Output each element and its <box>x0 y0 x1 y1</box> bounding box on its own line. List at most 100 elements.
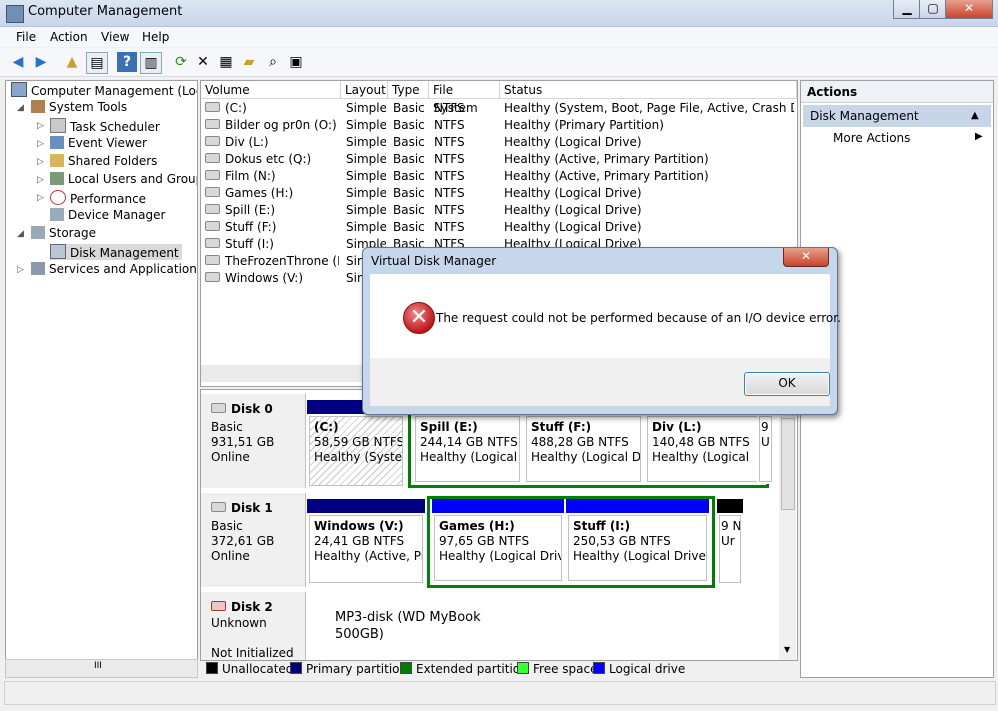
tree-item-performance[interactable]: Performance <box>50 190 146 206</box>
task-scheduler-icon <box>50 118 66 133</box>
logical-drive-bar <box>432 499 564 513</box>
disk-1-label[interactable]: Disk 1 Basic 372,61 GB Online <box>201 493 306 587</box>
close-button[interactable]: ✕ <box>945 0 993 19</box>
cell-text: Basic <box>393 186 425 200</box>
tree-item-computer-management[interactable]: Computer Management (Local <box>11 82 197 98</box>
cell-text: NTFS <box>434 118 465 132</box>
partition-stuff-i[interactable]: Stuff (I:) 250,53 GB NTFS Healthy (Logic… <box>566 499 709 583</box>
table-row[interactable]: Spill (E:) Simple Basic NTFS Healthy (Logica… <box>201 202 797 219</box>
open-icon[interactable]: ▰ <box>239 52 259 72</box>
tree-item-device-manager[interactable]: Device Manager <box>50 208 165 222</box>
partition-name: Div (L:) <box>652 420 702 434</box>
tree-item-disk-management[interactable]: Disk Management <box>50 244 182 260</box>
storage-icon <box>31 226 45 239</box>
tree-item-system-tools[interactable]: System Tools <box>31 100 127 114</box>
list-horizontal-scrollbar[interactable] <box>201 365 381 382</box>
tree-item-services[interactable]: Services and Applications <box>31 262 197 276</box>
minimize-button[interactable]: ▁ <box>893 0 921 19</box>
expand-arrow-icon[interactable]: ▷ <box>37 157 44 167</box>
disk-1-type: Basic <box>211 519 243 533</box>
menu-help[interactable]: Help <box>142 30 169 44</box>
drive-icon <box>205 153 220 163</box>
table-cell-fs: NTFS <box>434 135 498 149</box>
partition-size: 97,65 GB NTFS <box>439 534 530 548</box>
help-icon[interactable]: ? <box>117 52 137 72</box>
partition-name: Games (H:) <box>439 519 515 533</box>
table-row[interactable]: Games (H:) Simple Basic NTFS Healthy (Logica… <box>201 185 797 202</box>
cell-text: Basic <box>393 118 425 132</box>
disk-1-state: Online <box>211 549 250 563</box>
expand-arrow-icon[interactable]: ▷ <box>37 121 44 131</box>
search-icon[interactable]: ⌕ <box>263 52 283 72</box>
menu-view[interactable]: View <box>101 30 129 44</box>
column-header-file-system[interactable]: File System <box>429 81 500 115</box>
table-row[interactable]: Div (L:) Simple Basic NTFS Healthy (Logical … <box>201 134 797 151</box>
forward-icon[interactable]: ▶ <box>31 52 51 72</box>
drive-icon <box>205 119 220 129</box>
dialog-close-button[interactable]: ✕ <box>783 248 829 267</box>
graph-vertical-scrollbar[interactable]: ▼ <box>779 390 796 660</box>
tree-item-storage[interactable]: Storage <box>31 226 96 240</box>
table-row[interactable]: Stuff (F:) Simple Basic NTFS Healthy (Logica… <box>201 219 797 236</box>
cell-text: Healthy (Primary Partition) <box>504 118 664 132</box>
tree-label: Disk Management <box>70 246 179 260</box>
partition-body: (C:) 58,59 GB NTFS Healthy (System <box>309 416 403 486</box>
table-row[interactable]: (C:) Simple Basic NTFS Healthy (System, Boot… <box>201 100 797 117</box>
column-header-volume[interactable]: Volume <box>201 81 341 99</box>
expand-arrow-icon[interactable]: ▷ <box>37 175 44 185</box>
table-cell-volume: Bilder og pr0n (O:) <box>205 118 339 132</box>
cell-text: NTFS <box>434 186 465 200</box>
tree-item-event-viewer[interactable]: Event Viewer <box>50 136 147 150</box>
table-cell-status: Healthy (Active, Primary Partition) <box>504 152 794 166</box>
partition-disk1-more[interactable]: 9 N Ur <box>717 499 743 585</box>
table-row[interactable]: Bilder og pr0n (O:) Simple Basic NTFS Health… <box>201 117 797 134</box>
tree-label: Shared Folders <box>68 154 158 168</box>
properties-icon[interactable]: ▦ <box>216 52 236 72</box>
partition-windows[interactable]: Windows (V:) 24,41 GB NTFS Healthy (Acti… <box>307 499 425 585</box>
column-header-type[interactable]: Type <box>388 81 429 99</box>
toolbar: ◀ ▶ ▲ ▤ ? ▥ ⟳ ✕ ▦ ▰ ⌕ ▣ <box>0 48 998 77</box>
scroll-down-arrow-icon[interactable]: ▼ <box>784 645 790 654</box>
scroll-thumb[interactable] <box>781 418 795 510</box>
export-icon[interactable]: ▣ <box>286 52 306 72</box>
table-cell-fs: NTFS <box>434 152 498 166</box>
drive-icon <box>205 272 220 282</box>
disk-2-label[interactable]: Disk 2 Unknown Not Initialized <box>201 592 306 660</box>
tree-horizontal-scrollbar[interactable]: III <box>5 659 198 678</box>
collapse-arrow-icon[interactable]: ◢ <box>17 103 24 113</box>
cell-text: Simple <box>346 203 386 217</box>
menu-action[interactable]: Action <box>50 30 88 44</box>
disk-0-label[interactable]: Disk 0 Basic 931,51 GB Online <box>201 394 306 488</box>
back-icon[interactable]: ◀ <box>8 52 28 72</box>
column-header-layout[interactable]: Layout <box>341 81 388 99</box>
delete-icon[interactable]: ✕ <box>193 52 213 72</box>
expand-arrow-icon[interactable]: ▷ <box>17 265 24 275</box>
column-header-status[interactable]: Status <box>500 81 797 99</box>
actions-section-disk-management[interactable]: Disk Management ▲ <box>803 105 991 127</box>
table-row[interactable]: Film (N:) Simple Basic NTFS Healthy (Active,… <box>201 168 797 185</box>
cell-text: Dokus etc (Q:) <box>225 152 312 166</box>
collapse-arrow-icon[interactable]: ◢ <box>17 229 24 239</box>
cell-text: Simple <box>346 135 386 149</box>
up-folder-icon[interactable]: ▲ <box>62 52 82 72</box>
show-hide-tree-icon[interactable]: ▤ <box>86 52 108 74</box>
menu-file[interactable]: File <box>16 30 36 44</box>
refresh-icon[interactable]: ⟳ <box>171 52 191 72</box>
tree-item-task-scheduler[interactable]: Task Scheduler <box>50 118 160 134</box>
table-cell-fs: NTFS <box>434 220 498 234</box>
disk-2-description: MP3-disk (WD MyBook 500GB) <box>335 610 481 642</box>
tree-item-local-users[interactable]: Local Users and Groups <box>50 172 197 186</box>
expand-arrow-icon[interactable]: ▷ <box>37 139 44 149</box>
collapse-up-icon[interactable]: ▲ <box>971 105 979 127</box>
expand-arrow-icon[interactable]: ▷ <box>37 193 44 203</box>
ok-button[interactable]: OK <box>744 372 830 396</box>
maximize-button[interactable]: ▢ <box>919 0 947 19</box>
cell-text: Simple <box>346 220 386 234</box>
tree-item-shared-folders[interactable]: Shared Folders <box>50 154 157 168</box>
more-actions-item[interactable]: More Actions ▶ <box>833 131 983 145</box>
partition-status: Healthy (Active, Prir <box>314 549 423 563</box>
drive-icon <box>205 238 220 248</box>
table-row[interactable]: Dokus etc (Q:) Simple Basic NTFS Healthy (Ac… <box>201 151 797 168</box>
partition-games[interactable]: Games (H:) 97,65 GB NTFS Healthy (Logica… <box>432 499 564 583</box>
show-hide-action-icon[interactable]: ▥ <box>140 52 162 74</box>
